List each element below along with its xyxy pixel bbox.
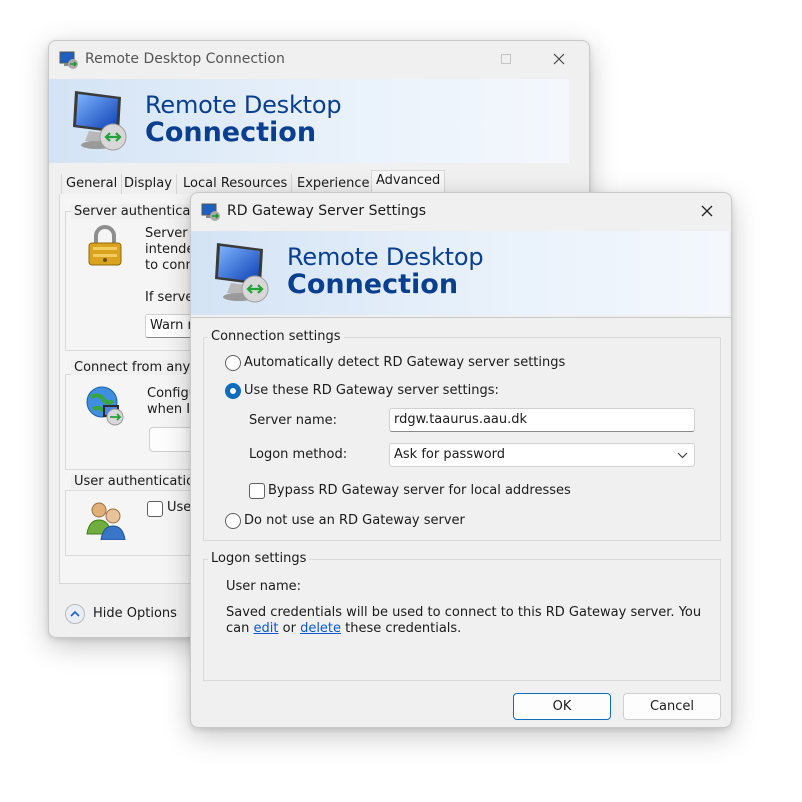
radio-use-these-settings[interactable] [225, 383, 241, 399]
edit-credentials-link[interactable]: edit [254, 621, 279, 636]
radio-auto-detect[interactable] [225, 355, 241, 371]
these-credentials-text: these credentials. [345, 621, 462, 636]
banner-title-line2: Connection [145, 117, 317, 148]
chevron-up-icon [65, 604, 85, 624]
saved-credentials-text: Saved credentials will be used to connec… [226, 605, 702, 620]
banner-title-line1: Remote Desktop [145, 91, 342, 119]
user-auth-checkbox-label: Use [167, 500, 192, 515]
lock-icon [88, 225, 122, 266]
rdc-logo-icon [215, 243, 269, 303]
globe-computer-icon [86, 386, 124, 426]
tab-display[interactable]: Display [120, 174, 177, 195]
logon-settings-group [203, 559, 721, 681]
maximize-button[interactable] [484, 41, 530, 77]
credentials-actions-line: can edit or delete these credentials. [226, 621, 461, 636]
ok-button[interactable]: OK [513, 693, 611, 720]
hide-options-button[interactable]: Hide Options [65, 603, 195, 625]
rdc-app-icon [59, 51, 78, 69]
server-auth-text-2: intende [145, 242, 195, 257]
chevron-down-icon [677, 452, 688, 459]
close-icon [553, 53, 565, 65]
hide-options-label: Hide Options [93, 606, 177, 621]
user-auth-checkbox[interactable] [147, 501, 163, 517]
connection-settings-title: Connection settings [208, 329, 344, 344]
server-name-input[interactable]: rdgw.taaurus.aau.dk [389, 408, 695, 432]
user-auth-title: User authentication [71, 474, 206, 489]
logon-settings-title: Logon settings [208, 551, 310, 566]
dialog-title: RD Gateway Server Settings [227, 203, 427, 219]
dialog-close-button[interactable] [687, 193, 731, 229]
radio-no-gateway-label: Do not use an RD Gateway server [244, 513, 465, 528]
close-icon [701, 205, 713, 217]
radio-auto-detect-label: Automatically detect RD Gateway server s… [244, 355, 566, 370]
logon-method-select[interactable]: Ask for password [389, 443, 695, 467]
rdc-app-icon [201, 203, 220, 221]
cancel-button[interactable]: Cancel [623, 693, 721, 720]
radio-no-gateway[interactable] [225, 513, 241, 529]
dialog-banner: Remote Desktop Connection [191, 231, 729, 315]
server-name-label: Server name: [249, 413, 338, 428]
tab-general[interactable]: General [61, 174, 123, 195]
rdc-logo-icon [73, 91, 127, 151]
tab-advanced[interactable]: Advanced [371, 170, 446, 194]
banner-divider [191, 317, 731, 318]
user-name-label: User name: [226, 579, 302, 594]
logon-method-label: Logon method: [249, 447, 348, 462]
banner-title-line2: Connection [287, 269, 459, 300]
radio-use-these-settings-label: Use these RD Gateway server settings: [244, 383, 499, 398]
users-icon [86, 502, 126, 540]
maximize-icon [501, 54, 511, 64]
logon-method-value: Ask for password [394, 447, 506, 462]
or-text: or [282, 621, 296, 636]
main-banner: Remote Desktop Connection [49, 79, 569, 163]
can-text: can [226, 621, 250, 636]
main-close-button[interactable] [539, 41, 585, 77]
bypass-local-checkbox[interactable] [249, 483, 265, 499]
bypass-local-label: Bypass RD Gateway server for local addre… [268, 483, 571, 498]
banner-title-line1: Remote Desktop [287, 243, 484, 271]
rd-gateway-dialog: RD Gateway Server Settings Remote Deskto… [190, 192, 732, 728]
main-window-title: Remote Desktop Connection [85, 51, 285, 67]
server-auth-text-3: to conn [145, 258, 194, 273]
dialog-titlebar: RD Gateway Server Settings [191, 193, 731, 229]
main-titlebar: Remote Desktop Connection [49, 41, 589, 77]
delete-credentials-link[interactable]: delete [300, 621, 341, 636]
